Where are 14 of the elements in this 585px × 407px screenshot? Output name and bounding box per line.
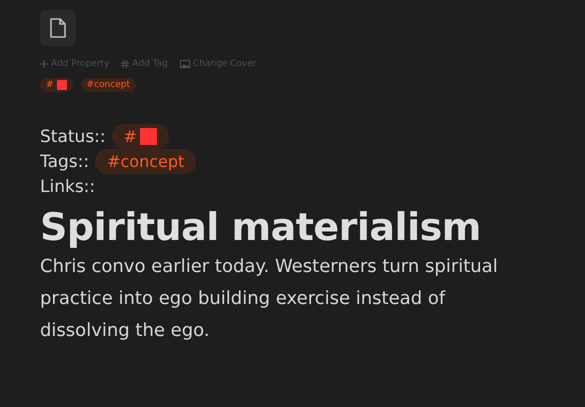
tag[interactable]: # xyxy=(40,78,73,92)
property-label: Tags:: xyxy=(40,152,90,172)
note-title: Spiritual materialism xyxy=(40,205,482,249)
image-icon xyxy=(180,60,190,68)
property-label: Links:: xyxy=(40,176,96,196)
page-icon-tile[interactable] xyxy=(40,10,76,46)
plus-icon xyxy=(40,60,48,68)
note-body: Chris convo earlier today. Westerners turn spiritual practice into ego building exercise instead of dissolving the ego. xyxy=(40,255,499,343)
document-icon xyxy=(50,18,66,38)
tag[interactable]: # xyxy=(112,124,170,149)
property-label: Status:: xyxy=(40,126,106,146)
hash-icon xyxy=(121,60,130,68)
tag[interactable]: #concept xyxy=(80,78,136,92)
tag[interactable]: #concept xyxy=(95,149,196,174)
